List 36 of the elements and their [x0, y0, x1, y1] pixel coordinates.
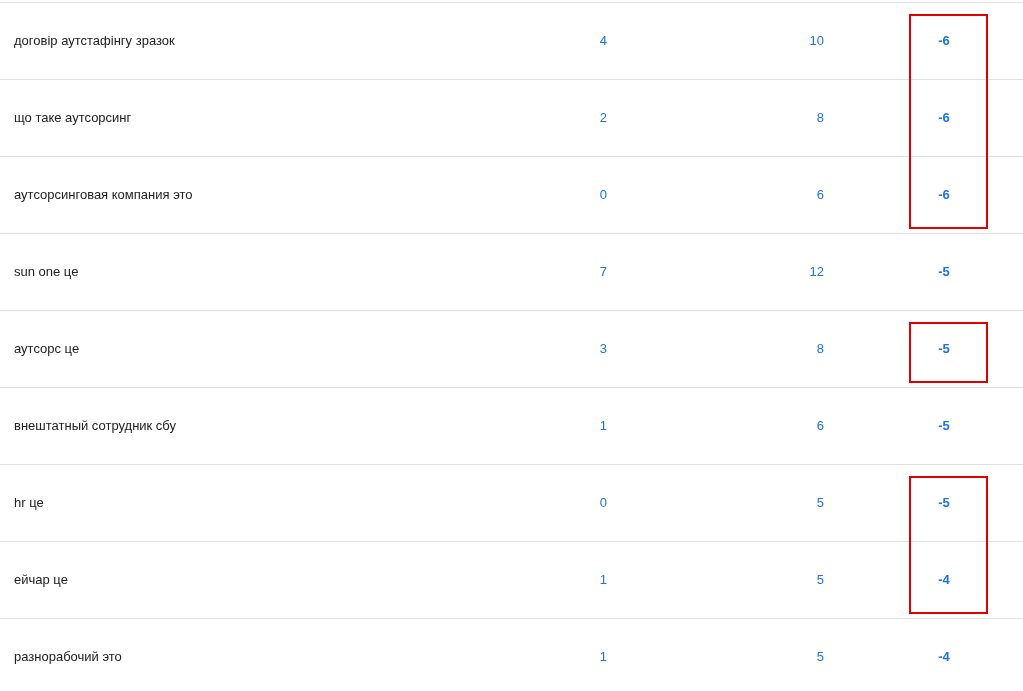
number-cell: 6: [816, 418, 824, 434]
change-value: -5: [938, 418, 950, 434]
number-cell: 1: [599, 418, 607, 434]
number-cell: 4: [599, 33, 607, 49]
query-text: аутсорс це: [14, 341, 80, 357]
number-cell: 8: [816, 341, 824, 357]
change-value: -6: [938, 110, 950, 126]
change-value: -4: [938, 572, 950, 588]
query-text: внештатный сотрудник сбу: [14, 418, 177, 434]
query-text: разнорабочий это: [14, 649, 122, 665]
number-cell: 1: [599, 649, 607, 665]
change-value: -6: [938, 187, 950, 203]
change-value: -4: [938, 649, 950, 665]
query-text: ейчар це: [14, 572, 68, 588]
number-cell: 8: [816, 110, 824, 126]
number-cell: 7: [599, 264, 607, 280]
number-cell: 10: [809, 33, 824, 49]
query-text: аутсорсинговая компания это: [14, 187, 193, 203]
change-value: -5: [938, 495, 950, 511]
number-cell: 2: [599, 110, 607, 126]
query-text: що таке аутсорсинг: [14, 110, 132, 126]
change-value: -5: [938, 341, 950, 357]
number-cell: 5: [816, 572, 824, 588]
number-cell: 5: [816, 649, 824, 665]
change-value: -5: [938, 264, 950, 280]
number-cell: 5: [816, 495, 824, 511]
number-cell: 3: [599, 341, 607, 357]
number-cell: 1: [599, 572, 607, 588]
number-cell: 12: [809, 264, 824, 280]
query-text: sun one це: [14, 264, 79, 280]
number-cell: 6: [816, 187, 824, 203]
change-value: -6: [938, 33, 950, 49]
query-text: договір аутстафінгу зразок: [14, 33, 175, 49]
number-cell: 0: [599, 187, 607, 203]
number-cell: 0: [599, 495, 607, 511]
query-text: hr це: [14, 495, 44, 511]
